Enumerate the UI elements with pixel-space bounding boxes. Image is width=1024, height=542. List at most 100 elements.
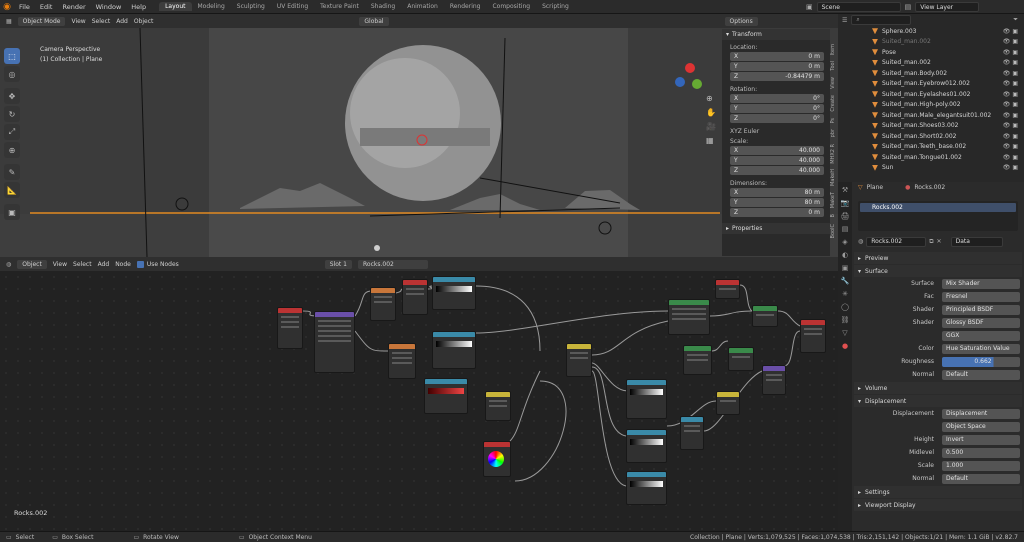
color-ramp-node-3[interactable] bbox=[424, 378, 468, 414]
outliner-search-input[interactable]: ⌕ bbox=[851, 15, 912, 25]
view-layer-field[interactable]: View Layer bbox=[915, 2, 980, 12]
outliner-item[interactable]: Sphere.003 👁 ▣ bbox=[872, 26, 1024, 37]
tab-rendering[interactable]: Rendering bbox=[444, 2, 487, 11]
measure-tool-icon[interactable]: 📐 bbox=[4, 182, 20, 198]
rotation-x-field[interactable]: X 0° bbox=[730, 94, 824, 103]
visibility-icons[interactable]: 👁 ▣ bbox=[1003, 112, 1018, 119]
editor-type-icon[interactable]: ▦ bbox=[6, 18, 12, 25]
visibility-icons[interactable]: 👁 ▣ bbox=[1003, 143, 1018, 150]
dimension-x-field[interactable]: X 80 m bbox=[730, 188, 824, 197]
scale-x-field[interactable]: X 40.000 bbox=[730, 146, 824, 155]
math-node[interactable] bbox=[680, 416, 704, 450]
material-slot-list[interactable]: Rocks.002 bbox=[858, 201, 1018, 231]
material-output-node[interactable] bbox=[800, 319, 826, 353]
hue-saturation-node[interactable] bbox=[728, 347, 754, 371]
property-value[interactable]: Hue Saturation Value bbox=[942, 343, 1020, 354]
property-value[interactable]: Fresnel bbox=[942, 291, 1020, 302]
navigation-gizmo[interactable]: ⊕ ✋ 🎥 ▦ bbox=[706, 92, 716, 148]
menu-file[interactable]: File bbox=[14, 3, 35, 11]
sidebar-tab-item[interactable]: Item bbox=[830, 44, 836, 55]
scale-tool-icon[interactable]: ⤢ bbox=[4, 124, 20, 140]
menu-window[interactable]: Window bbox=[91, 3, 127, 11]
outliner-item[interactable]: Suited_man.Eyelashes01.002 👁 ▣ bbox=[872, 89, 1024, 100]
tab-layout[interactable]: Layout bbox=[159, 2, 192, 11]
scale-y-field[interactable]: Y 40.000 bbox=[730, 156, 824, 165]
menu-render[interactable]: Render bbox=[57, 3, 90, 11]
color-picker-node[interactable] bbox=[483, 441, 511, 477]
outliner-item[interactable]: Suited_man.Tongue01.002 👁 ▣ bbox=[872, 152, 1024, 163]
object-mode-dropdown[interactable]: Object Mode bbox=[17, 16, 66, 26]
tab-shading[interactable]: Shading bbox=[365, 2, 401, 11]
particles-tab-icon[interactable]: ✳ bbox=[842, 290, 848, 298]
move-tool-icon[interactable]: ✥ bbox=[4, 88, 20, 104]
orientation-dropdown[interactable]: Global bbox=[359, 16, 389, 26]
node-canvas[interactable] bbox=[0, 271, 838, 531]
material-name-field[interactable]: Rocks.002 bbox=[866, 236, 927, 247]
sidebar-tab-b[interactable]: B bbox=[830, 214, 836, 217]
viewport-menu-add[interactable]: Add bbox=[116, 18, 128, 25]
node-menu-view[interactable]: View bbox=[53, 261, 67, 268]
glossy-bsdf-node[interactable] bbox=[683, 345, 712, 375]
slot-dropdown[interactable]: Slot 1 bbox=[324, 259, 352, 269]
visibility-icons[interactable]: 👁 ▣ bbox=[1003, 80, 1018, 87]
material-slot-item[interactable]: Rocks.002 bbox=[860, 203, 1016, 212]
principled-bsdf-node[interactable] bbox=[668, 299, 710, 335]
location-z-field[interactable]: Z -0.84479 m bbox=[730, 72, 824, 81]
displacement-node[interactable] bbox=[762, 365, 786, 395]
property-value[interactable]: Displacement bbox=[942, 408, 1020, 419]
mapping-node[interactable] bbox=[314, 311, 355, 373]
mix-rgb-node-1[interactable] bbox=[485, 391, 511, 421]
property-value[interactable]: 0.662 bbox=[942, 356, 1020, 367]
outliner-item[interactable]: Suited_man.Body.002 👁 ▣ bbox=[872, 68, 1024, 79]
scene-field[interactable]: Scene bbox=[816, 2, 901, 12]
node-menu-node[interactable]: Node bbox=[115, 261, 131, 268]
preview-section[interactable]: ▸ Preview bbox=[854, 252, 1022, 264]
data-tab-icon[interactable]: ▽ bbox=[842, 329, 847, 337]
add-cube-tool-icon[interactable]: ▣ bbox=[4, 204, 20, 220]
object-tab-icon[interactable]: ▣ bbox=[842, 264, 849, 272]
select-tool-icon[interactable]: ⬚ bbox=[4, 48, 20, 64]
tab-texture-paint[interactable]: Texture Paint bbox=[314, 2, 365, 11]
color-ramp-node-2[interactable] bbox=[432, 331, 476, 369]
link-dropdown[interactable]: Data bbox=[950, 236, 1003, 247]
fresnel-node[interactable] bbox=[715, 279, 740, 299]
view-layer-tab-icon[interactable]: ▤ bbox=[842, 225, 849, 233]
render-tab-icon[interactable]: 📷 bbox=[841, 199, 850, 207]
outliner-type-icon[interactable]: ☰ bbox=[842, 17, 847, 24]
cursor-tool-icon[interactable]: ◎ bbox=[4, 66, 20, 82]
sidebar-tab-ps[interactable]: Ps bbox=[830, 118, 836, 124]
use-nodes-checkbox[interactable]: Use Nodes bbox=[136, 260, 179, 268]
mix-shader-node[interactable] bbox=[752, 305, 778, 327]
transform-header[interactable]: ▾ Transform bbox=[722, 29, 830, 40]
surface-section[interactable]: ▾ Surface bbox=[854, 265, 1022, 277]
constraints-tab-icon[interactable]: ⛓ bbox=[841, 316, 850, 324]
rotation-z-field[interactable]: Z 0° bbox=[730, 114, 824, 123]
visibility-icons[interactable]: 👁 ▣ bbox=[1003, 101, 1018, 108]
sidebar-tab-makeh[interactable]: MakeH bbox=[830, 169, 836, 186]
tab-scripting[interactable]: Scripting bbox=[536, 2, 575, 11]
property-value[interactable]: Default bbox=[942, 369, 1020, 380]
outliner-item[interactable]: Suited_man.002 👁 ▣ bbox=[872, 58, 1024, 69]
tab-animation[interactable]: Animation bbox=[401, 2, 444, 11]
properties-subpanel-header[interactable]: ▸ Properties bbox=[722, 223, 830, 234]
visibility-icons[interactable]: 👁 ▣ bbox=[1003, 38, 1018, 45]
tab-compositing[interactable]: Compositing bbox=[486, 2, 536, 11]
property-value[interactable]: GGX bbox=[942, 330, 1020, 341]
noise-texture-node[interactable] bbox=[388, 343, 416, 379]
sidebar-tab-boolc[interactable]: BoolC bbox=[830, 224, 836, 238]
blender-logo-icon[interactable]: ◉ bbox=[0, 0, 14, 14]
visibility-icons[interactable]: 👁 ▣ bbox=[1003, 28, 1018, 35]
color-ramp-node-1[interactable] bbox=[432, 276, 476, 310]
output-tab-icon[interactable]: 🖨 bbox=[841, 212, 850, 220]
tool-tab-icon[interactable]: ⚒ bbox=[842, 186, 848, 194]
viewport-menu-select[interactable]: Select bbox=[92, 18, 111, 25]
scene-tab-icon[interactable]: ◈ bbox=[842, 238, 847, 246]
shader-type-dropdown[interactable]: Object bbox=[17, 259, 47, 269]
outliner-item[interactable]: Suited_man.Teeth_base.002 👁 ▣ bbox=[872, 142, 1024, 153]
sidebar-tab-create[interactable]: Create bbox=[830, 95, 836, 112]
material-field[interactable]: Rocks.002 bbox=[358, 259, 428, 269]
outliner-item[interactable]: Suited_man.Shoes03.002 👁 ▣ bbox=[872, 121, 1024, 132]
location-x-field[interactable]: X0 m bbox=[730, 52, 824, 61]
property-value[interactable]: Object Space bbox=[942, 421, 1020, 432]
settings-section[interactable]: ▸ Settings bbox=[854, 486, 1022, 498]
